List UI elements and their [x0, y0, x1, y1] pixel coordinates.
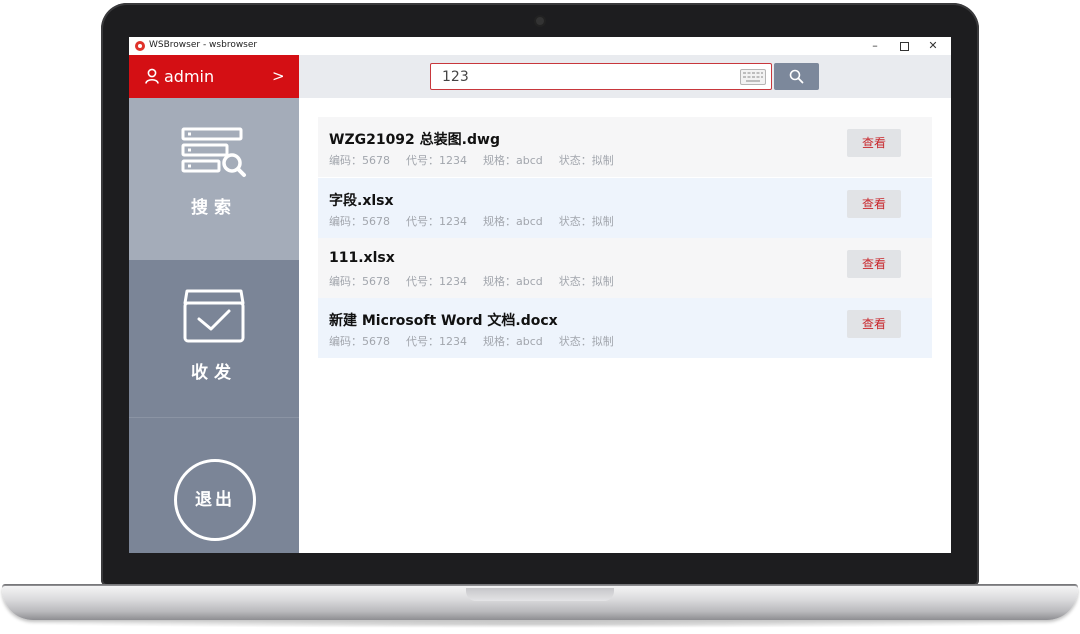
search-icon	[789, 69, 804, 84]
list-item: 111.xlsx 编码：5678 代号：1234 规格：abcd 状态：拟制 查看	[318, 238, 932, 298]
app-logo-icon	[135, 41, 145, 51]
inbox-check-icon	[183, 289, 245, 343]
search-input[interactable]: 123	[430, 63, 772, 90]
file-meta: 编码：5678 代号：1234 规格：abcd 状态：拟制	[329, 213, 630, 229]
user-icon	[145, 68, 159, 84]
user-menu[interactable]: admin >	[129, 55, 299, 98]
chevron-right-icon: >	[272, 67, 285, 85]
logout-button[interactable]: 退出	[174, 459, 256, 541]
file-status: 状态：拟制	[558, 154, 614, 167]
app-window: WSBrowser - wsbrowser – ✕ admin > 搜索 收发 …	[129, 37, 951, 553]
maximize-button[interactable]	[891, 38, 917, 54]
file-name: 111.xlsx	[329, 250, 395, 266]
file-spec: 规格：abcd	[483, 335, 543, 348]
sidebar-item-send-receive[interactable]: 收发	[129, 260, 299, 418]
file-number: 代号：1234	[406, 215, 467, 228]
view-button[interactable]: 查看	[847, 250, 901, 278]
view-button[interactable]: 查看	[847, 310, 901, 338]
file-code: 编码：5678	[329, 154, 390, 167]
file-number: 代号：1234	[406, 154, 467, 167]
maximize-icon	[899, 41, 909, 51]
camera-icon	[536, 17, 544, 25]
file-number: 代号：1234	[406, 335, 467, 348]
search-button[interactable]	[774, 63, 819, 90]
search-list-icon	[181, 127, 246, 177]
file-code: 编码：5678	[329, 275, 390, 288]
close-button[interactable]: ✕	[920, 38, 946, 54]
file-meta: 编码：5678 代号：1234 规格：abcd 状态：拟制	[329, 333, 630, 349]
file-spec: 规格：abcd	[483, 215, 543, 228]
view-button[interactable]: 查看	[847, 129, 901, 157]
title-bar: WSBrowser - wsbrowser – ✕	[129, 37, 951, 55]
laptop-shadow	[10, 620, 1070, 628]
sidebar-item-search[interactable]: 搜索	[129, 98, 299, 260]
sidebar-item-label: 搜索	[191, 198, 237, 218]
file-number: 代号：1234	[406, 275, 467, 288]
file-spec: 规格：abcd	[483, 275, 543, 288]
file-name: 字段.xlsx	[329, 193, 394, 209]
file-code: 编码：5678	[329, 215, 390, 228]
minimize-button[interactable]: –	[862, 38, 888, 54]
list-item: WZG21092 总装图.dwg 编码：5678 代号：1234 规格：abcd 状态…	[318, 117, 932, 177]
laptop-notch	[466, 588, 614, 601]
sidebar: admin > 搜索 收发 退出	[129, 55, 299, 553]
search-bar: 123	[299, 55, 951, 98]
window-title: WSBrowser - wsbrowser	[149, 40, 258, 50]
sidebar-item-label: 收发	[191, 363, 237, 383]
keyboard-icon[interactable]	[740, 69, 766, 85]
file-status: 状态：拟制	[558, 275, 614, 288]
file-meta: 编码：5678 代号：1234 规格：abcd 状态：拟制	[329, 152, 630, 168]
file-name: 新建 Microsoft Word 文档.docx	[329, 313, 558, 329]
file-status: 状态：拟制	[558, 215, 614, 228]
file-spec: 规格：abcd	[483, 154, 543, 167]
list-item: 新建 Microsoft Word 文档.docx 编码：5678 代号：1234…	[318, 298, 932, 358]
list-item: 字段.xlsx 编码：5678 代号：1234 规格：abcd 状态：拟制 查看	[318, 178, 932, 238]
file-code: 编码：5678	[329, 335, 390, 348]
view-button[interactable]: 查看	[847, 190, 901, 218]
user-name: admin	[164, 67, 215, 86]
file-name: WZG21092 总装图.dwg	[329, 132, 500, 148]
results-list: WZG21092 总装图.dwg 编码：5678 代号：1234 规格：abcd 状态…	[318, 117, 932, 358]
file-status: 状态：拟制	[558, 335, 614, 348]
file-meta: 编码：5678 代号：1234 规格：abcd 状态：拟制	[329, 273, 630, 289]
